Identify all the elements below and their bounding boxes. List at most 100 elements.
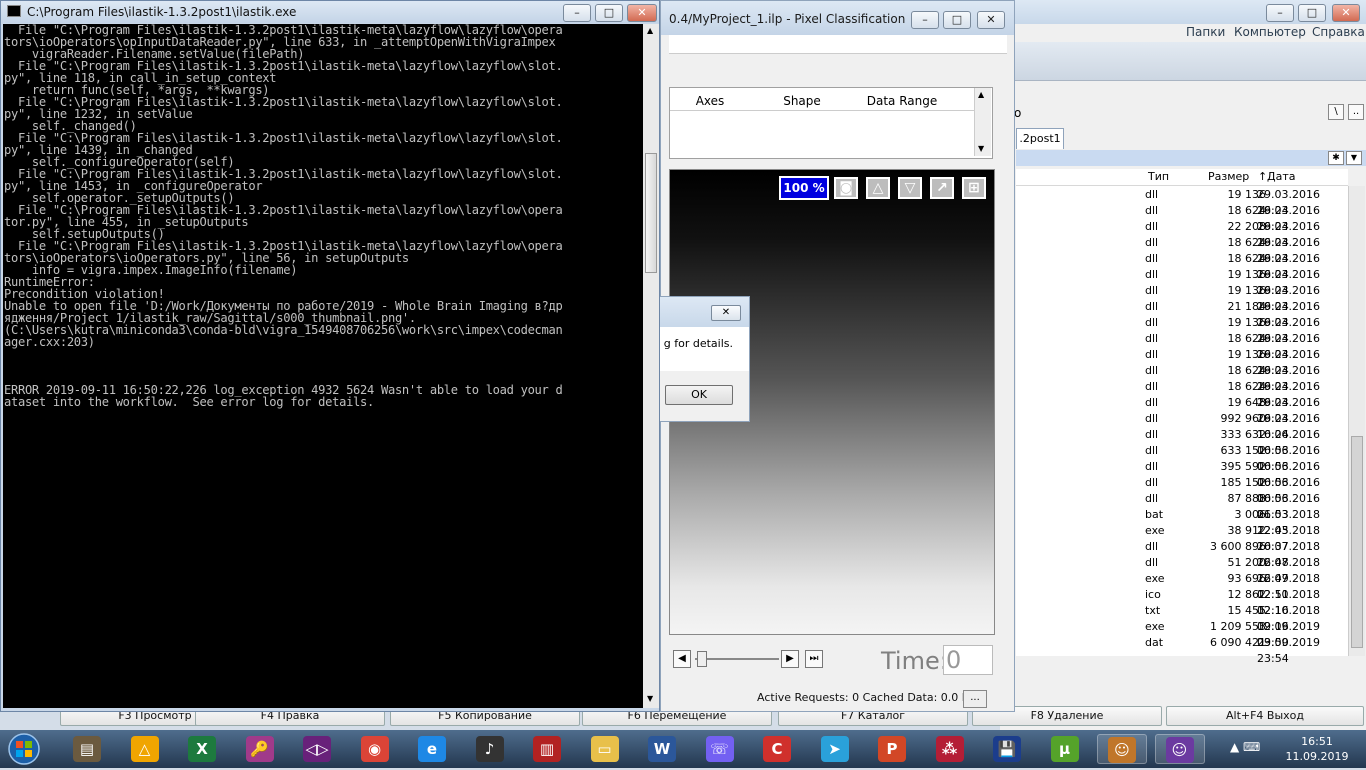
column-axes[interactable]: Axes: [670, 94, 750, 108]
table-scrollbar[interactable]: ▲ ▼: [974, 88, 991, 156]
visual-studio-icon[interactable]: ◁▷: [292, 734, 342, 764]
start-button[interactable]: [4, 732, 48, 766]
file-row[interactable]: dll 395 592 10.06.2016 06:53: [1016, 459, 1348, 489]
parent-button[interactable]: ..: [1348, 104, 1364, 120]
file-row[interactable]: dll 333 632 10.06.2016 06:53: [1016, 427, 1348, 457]
close-button[interactable]: ✕: [1332, 4, 1360, 22]
file-row[interactable]: dll 3 600 896 26.07.2018 12:48: [1016, 539, 1348, 569]
file-row[interactable]: dll 185 152 10.06.2016 06:53: [1016, 475, 1348, 505]
time-spinbox[interactable]: 0: [943, 645, 993, 675]
save-disk-icon[interactable]: 💾: [982, 734, 1032, 764]
chrome-icon[interactable]: ◉: [350, 734, 400, 764]
scroll-down-icon[interactable]: ▼: [647, 694, 653, 703]
maximize-button[interactable]: □: [595, 4, 623, 22]
triangle-down-icon[interactable]: ▽: [898, 177, 922, 199]
scroll-down-icon[interactable]: ▼: [978, 144, 984, 153]
file-row[interactable]: dll 18 624 29.03.2016 16:24: [1016, 251, 1348, 281]
scrollbar-thumb[interactable]: [1351, 436, 1363, 648]
folder-icon[interactable]: ▭: [580, 734, 630, 764]
excel-icon[interactable]: X: [177, 734, 227, 764]
file-row[interactable]: dll 19 136 29.03.2016 16:24: [1016, 347, 1348, 377]
chevron-down-icon[interactable]: ▼: [1346, 151, 1362, 165]
console-scrollbar-thumb[interactable]: [645, 153, 657, 273]
column-date[interactable]: Дата: [1267, 170, 1295, 183]
file-row[interactable]: ico 12 862 02.10.2018 12:16: [1016, 587, 1348, 617]
file-row[interactable]: dll 87 888 10.06.2016 06:53: [1016, 491, 1348, 521]
more-button[interactable]: ...: [963, 690, 987, 708]
file-row[interactable]: dll 22 208 29.03.2016 16:24: [1016, 219, 1348, 249]
menu-item-help[interactable]: Справка: [1312, 25, 1365, 39]
maximize-button[interactable]: □: [1298, 4, 1326, 22]
maximize-view-icon[interactable]: ↗: [930, 177, 954, 199]
scroll-up-icon[interactable]: ▲: [978, 90, 984, 99]
file-row[interactable]: dll 19 136 29.03.2016 16:24: [1016, 315, 1348, 345]
column-shape[interactable]: Shape: [752, 94, 852, 108]
maximize-button[interactable]: □: [943, 11, 971, 29]
file-row[interactable]: dll 21 184 29.03.2016 16:24: [1016, 299, 1348, 329]
file-row[interactable]: dll 51 200 26.07.2018 12:49: [1016, 555, 1348, 585]
keepass-icon[interactable]: 🔑: [235, 734, 285, 764]
star-icon[interactable]: ✱: [1328, 151, 1344, 165]
step-forward-icon[interactable]: ▶: [781, 650, 799, 668]
guitar-pro-icon[interactable]: ♪: [465, 734, 515, 764]
file-row[interactable]: dll 18 624 29.03.2016 16:24: [1016, 363, 1348, 393]
file-row[interactable]: dll 18 624 29.03.2016 16:24: [1016, 379, 1348, 409]
aimp-icon[interactable]: △: [120, 734, 170, 764]
file-row[interactable]: dll 992 960 29.03.2016 16:24: [1016, 411, 1348, 441]
minimize-button[interactable]: –: [911, 11, 939, 29]
ilastik-icon-2[interactable]: ☺: [1154, 734, 1205, 764]
clock[interactable]: 16:51 11.09.2019: [1282, 734, 1352, 764]
step-back-icon[interactable]: ◀: [673, 650, 691, 668]
file-row[interactable]: exe 38 912 22.03.2018 10:37: [1016, 523, 1348, 553]
file-row[interactable]: bat 3 006 21.03.2018 12:45: [1016, 507, 1348, 537]
file-row[interactable]: dll 19 136 29.03.2016 16:24: [1016, 267, 1348, 297]
file-list-scrollbar[interactable]: [1348, 186, 1365, 656]
minimize-button[interactable]: –: [563, 4, 591, 22]
file-row[interactable]: dat 6 090 421 09.09.2019 23:54: [1016, 635, 1348, 665]
triangle-up-icon[interactable]: △: [866, 177, 890, 199]
folder-tab[interactable]: .2post1: [1016, 128, 1064, 149]
file-row[interactable]: dll 18 624 29.03.2016 16:24: [1016, 235, 1348, 265]
utorrent-icon[interactable]: µ: [1040, 734, 1090, 764]
file-row[interactable]: exe 1 209 553 09.09.2019 23:50: [1016, 619, 1348, 649]
time-slider[interactable]: ◀ ▶ ⏭: [673, 649, 843, 669]
ok-button[interactable]: OK: [665, 385, 733, 405]
function-key-button[interactable]: Alt+F4 Выход: [1166, 706, 1364, 726]
slider-track[interactable]: [695, 658, 779, 660]
close-button[interactable]: ✕: [627, 4, 657, 22]
tray-icons[interactable]: ▲ ⌨: [1230, 740, 1260, 754]
viber-icon[interactable]: ☏: [695, 734, 745, 764]
file-row[interactable]: dll 18 624 29.03.2016 16:24: [1016, 203, 1348, 233]
menu-item-computer[interactable]: Компьютер: [1234, 25, 1306, 39]
file-row[interactable]: txt 15 455 02.10.2018 12:16: [1016, 603, 1348, 633]
camera-icon[interactable]: ◙: [834, 177, 858, 199]
file-row[interactable]: exe 93 696 26.07.2018 12:51: [1016, 571, 1348, 601]
file-row[interactable]: dll 633 152 10.06.2016 06:53: [1016, 443, 1348, 473]
file-row[interactable]: dll 19 136 29.03.2016 16:24: [1016, 283, 1348, 313]
grid-layout-icon[interactable]: ⊞: [962, 177, 986, 199]
telegram-icon[interactable]: ➤: [810, 734, 860, 764]
console-output[interactable]: File "C:\Program Files\ilastik-1.3.2post…: [3, 24, 644, 708]
column-data-range[interactable]: Data Range: [852, 94, 952, 108]
mendeley-icon[interactable]: ⁂: [925, 734, 975, 764]
dialog-close-button[interactable]: ✕: [711, 305, 741, 321]
ccleaner-icon[interactable]: C: [752, 734, 802, 764]
column-size[interactable]: Размер: [1208, 170, 1249, 183]
file-row[interactable]: dll 19 648 29.03.2016 16:24: [1016, 395, 1348, 425]
slider-handle[interactable]: [697, 651, 707, 667]
root-button[interactable]: \: [1328, 104, 1344, 120]
console-scrollbar[interactable]: ▲ ▼: [643, 24, 659, 708]
close-button[interactable]: ✕: [977, 11, 1005, 29]
winrar-icon[interactable]: ▥: [522, 734, 572, 764]
column-type[interactable]: Тип: [1148, 170, 1169, 183]
powerpoint-icon[interactable]: P: [867, 734, 917, 764]
menu-item-folders[interactable]: Папки: [1186, 25, 1225, 39]
file-row[interactable]: dll 19 136 29.03.2016 16:24: [1016, 187, 1348, 217]
zoom-level-badge[interactable]: 100 %: [779, 176, 829, 200]
skip-end-icon[interactable]: ⏭: [805, 650, 823, 668]
file-explorer-stack-icon[interactable]: ▤: [62, 734, 112, 764]
scroll-up-icon[interactable]: ▲: [647, 26, 653, 35]
minimize-button[interactable]: –: [1266, 4, 1294, 22]
ilastik-icon[interactable]: ☺: [1097, 734, 1147, 764]
internet-explorer-icon[interactable]: e: [407, 734, 457, 764]
